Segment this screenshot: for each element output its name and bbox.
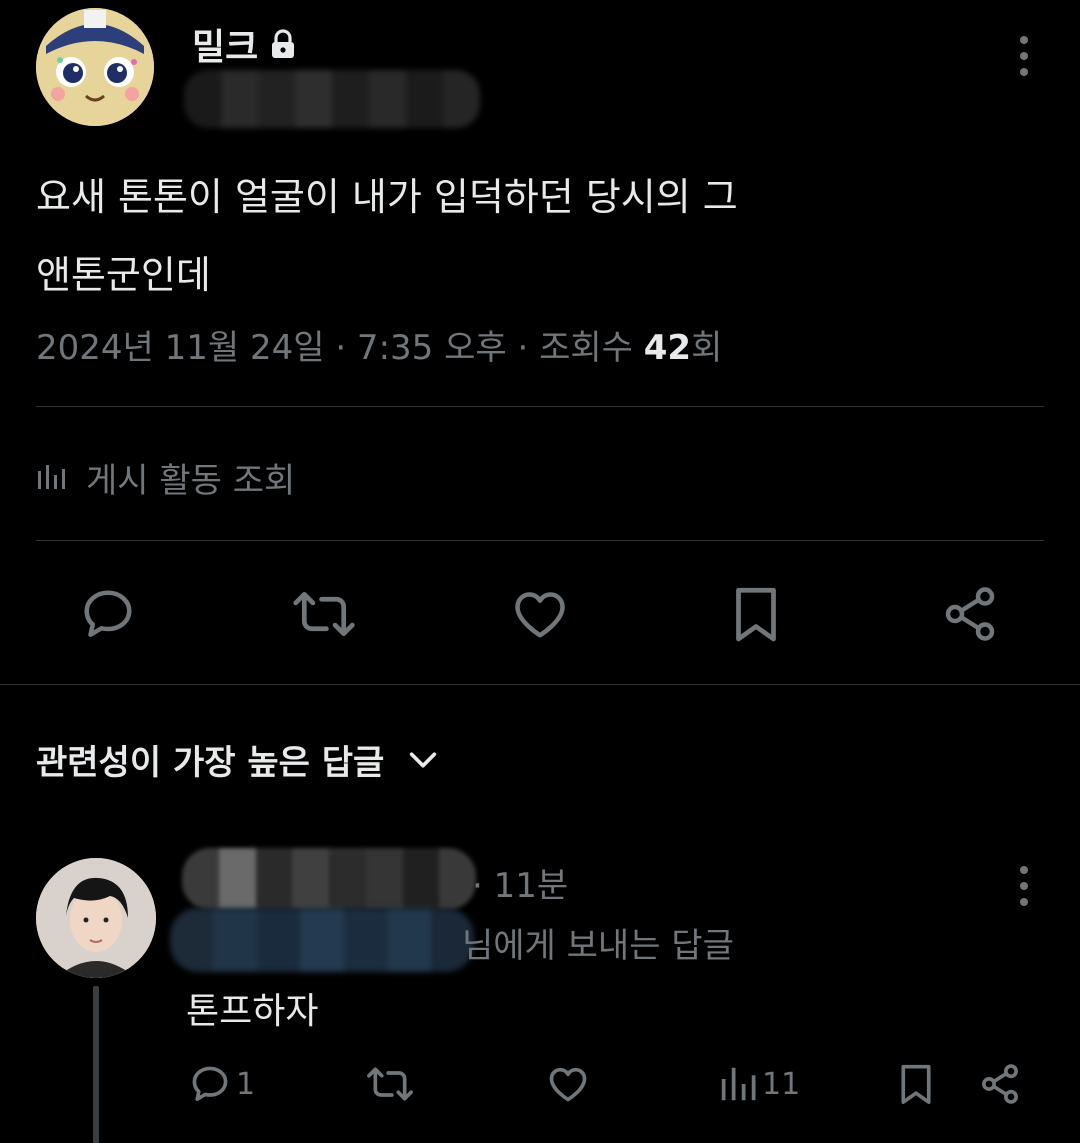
- post-meta: 2024년 11월 24일 · 7:35 오후 · 조회수 42회: [36, 320, 722, 369]
- divider: [36, 540, 1044, 541]
- reply-author-avatar[interactable]: [36, 858, 156, 978]
- bookmark-icon: [901, 1064, 931, 1104]
- reply-more-options-icon[interactable]: [1012, 862, 1036, 910]
- author-display-name[interactable]: 밀크: [192, 18, 258, 70]
- bookmark-button[interactable]: [720, 578, 792, 650]
- like-icon: [549, 1067, 587, 1102]
- view-post-activity-button[interactable]: 게시 활동 조회: [36, 452, 295, 502]
- author-name-row[interactable]: 밀크: [192, 18, 296, 70]
- share-icon: [945, 587, 995, 641]
- author-handle-redacted: [184, 70, 480, 128]
- post-timestamp[interactable]: 2024년 11월 24일 · 7:35 오후 · 조회수: [36, 328, 644, 368]
- reply-sort-label: 관련성이 가장 높은 답글: [36, 743, 385, 783]
- view-count: 42: [643, 328, 692, 368]
- bookmark-icon: [736, 587, 776, 642]
- replying-to-label: 님에게 보내는 답글: [462, 926, 734, 966]
- post-header: 밀크: [36, 8, 1044, 133]
- post-detail-screen: 밀크 요새 톤톤이 얼굴이 내가 입덕하던 당시의 그 앤톤군인데 2024년 …: [0, 0, 1080, 1143]
- chevron-down-icon: [410, 751, 437, 768]
- person-photo-avatar-icon: [36, 858, 156, 978]
- like-icon: [515, 592, 565, 638]
- analytics-icon: [721, 1067, 756, 1101]
- post-text: 요새 톤톤이 얼굴이 내가 입덕하던 당시의 그 앤톤군인데: [36, 158, 936, 314]
- post-text-line-1: 요새 톤톤이 얼굴이 내가 입덕하던 당시의 그: [36, 175, 738, 219]
- cartoon-character-avatar-icon: [36, 8, 154, 126]
- share-button[interactable]: [934, 578, 1006, 650]
- lock-icon: [272, 29, 295, 58]
- more-options-icon[interactable]: [1012, 32, 1036, 80]
- post-action-bar: [0, 578, 1080, 650]
- reply-share-button[interactable]: [978, 1056, 1022, 1112]
- repost-icon: [293, 591, 355, 637]
- reply-text: 톤프하자: [186, 991, 319, 1032]
- reply-timestamp[interactable]: · 11분: [472, 858, 568, 907]
- reply-count: 1: [236, 1066, 256, 1102]
- post-activity-label: 게시 활동 조회: [86, 460, 296, 501]
- like-button[interactable]: [504, 578, 576, 650]
- view-count-suffix: 회: [691, 328, 723, 368]
- reply-repost-button[interactable]: [366, 1056, 414, 1112]
- analytics-icon: [38, 465, 65, 489]
- reply-views-button[interactable]: 11: [718, 1056, 800, 1112]
- reply-bookmark-button[interactable]: [896, 1056, 936, 1112]
- share-icon: [982, 1064, 1018, 1104]
- reply-button[interactable]: [72, 578, 144, 650]
- reply-action-bar: 1 11: [0, 1056, 1080, 1116]
- repost-button[interactable]: [288, 578, 360, 650]
- reply-author-name-redacted: [182, 848, 476, 910]
- repost-icon: [367, 1067, 413, 1101]
- reply-icon: [84, 590, 132, 637]
- reply-target-redacted: [170, 908, 474, 972]
- reply-icon: [192, 1066, 228, 1102]
- reply-like-button[interactable]: [546, 1056, 590, 1112]
- author-avatar[interactable]: [36, 8, 154, 126]
- divider: [36, 406, 1044, 407]
- divider: [0, 684, 1080, 685]
- reply-sort-dropdown[interactable]: 관련성이 가장 높은 답글: [36, 735, 440, 784]
- post-text-line-2: 앤톤군인데: [36, 253, 211, 297]
- reply-reply-button[interactable]: 1: [188, 1056, 255, 1112]
- reply-view-count: 11: [762, 1066, 801, 1102]
